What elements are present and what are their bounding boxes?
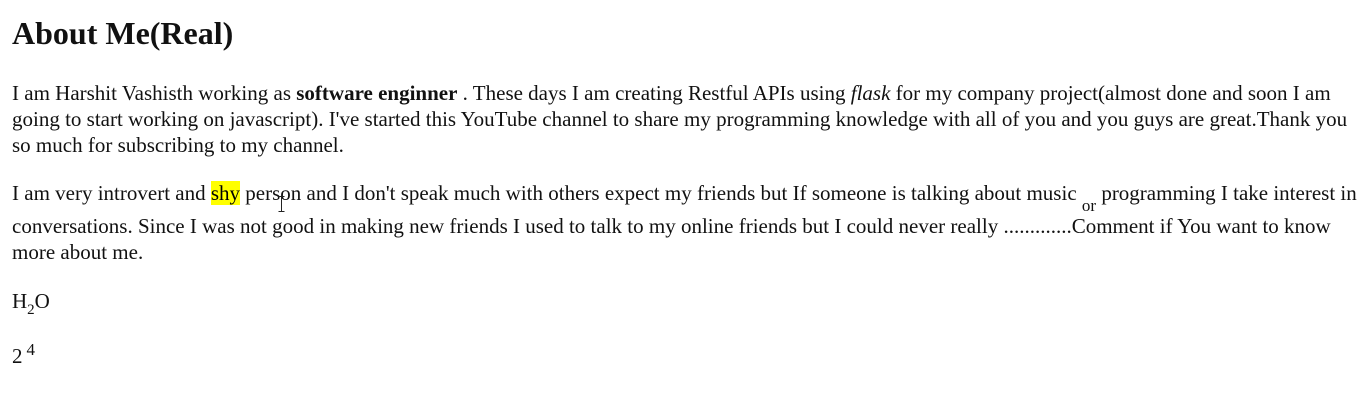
formula-tail: O [34, 289, 50, 313]
personal-text-middle: person and I don't speak much with other… [240, 181, 1082, 205]
subscript-word: or [1081, 196, 1097, 216]
personal-paragraph: I am very introvert and shy person and I… [12, 180, 1357, 265]
personal-text-start: I am very introvert and [12, 181, 211, 205]
text-cursor-icon [278, 196, 285, 212]
formula-base: H [12, 289, 28, 313]
intro-text-start: I am Harshit Vashisth working as [12, 81, 297, 105]
power-base: 2 [12, 344, 23, 368]
power-superscript: 4 [26, 340, 36, 359]
water-formula: H2O [12, 288, 50, 318]
power-expression: 24 [12, 340, 36, 371]
formula-subscript: 2 [27, 302, 35, 318]
intro-text-middle: . These days I am creating Restful APIs … [457, 81, 851, 105]
intro-paragraph: I am Harshit Vashisth working as softwar… [12, 80, 1357, 158]
page-title: About Me(Real) [12, 15, 234, 51]
bold-job-title: software enginner [296, 81, 458, 105]
highlighted-word: shy [210, 181, 241, 205]
italic-flask: flask [850, 81, 891, 105]
page-content: About Me(Real) I am Harshit Vashisth wor… [12, 0, 1357, 368]
